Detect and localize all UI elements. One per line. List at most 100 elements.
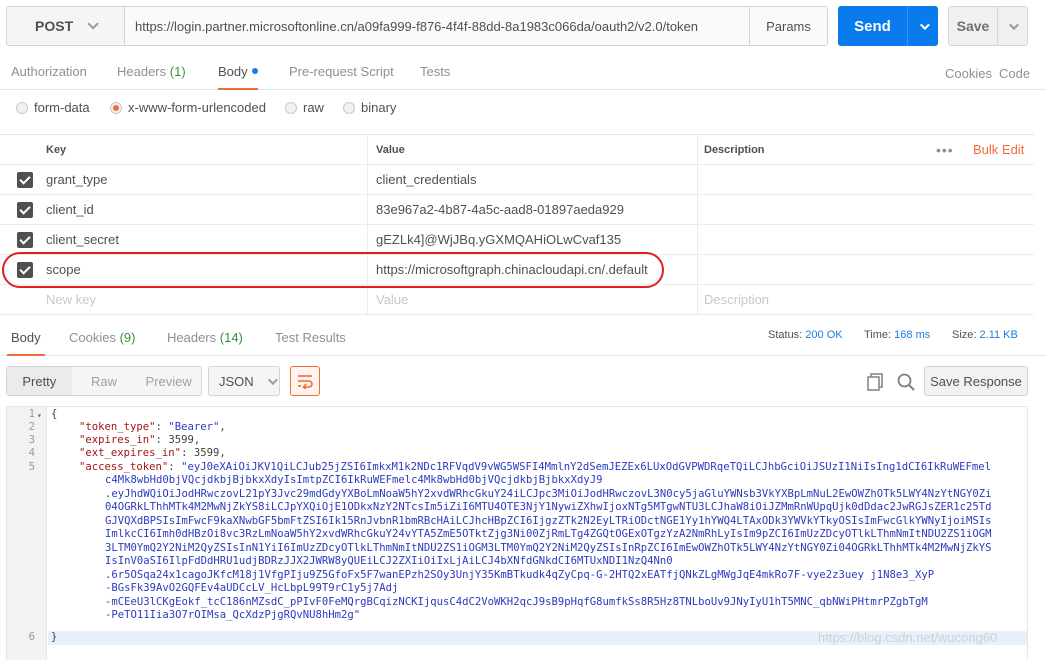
code-line: "access_token": "eyJ0eXAiOiJKV1QiLCJub25… [79,461,992,473]
code-open-brace: { [51,408,58,420]
radio-label: raw [303,100,324,115]
token-continuation-line: 04OGRkLThhMTk4M2MwNjZkYS8iLCJpYXQiOjE1OD… [105,501,992,513]
tab-authorization[interactable]: Authorization [11,64,87,79]
tab-body-label: Body [218,64,248,79]
token-continuation-line: GJVQXdBPSIsImFwcF9kaXNwbGF5bmFtZSI6Ik15R… [105,515,992,527]
tab-response-cookies[interactable]: Cookies (9) [69,330,135,345]
token-continuation-line: c4Mk8wbHd0bjVQcjdkbjBjbkxXdyIsImtpZCI6Ik… [105,474,603,486]
radio-label: form-data [34,100,90,115]
token-continuation-line: -mCEeU3lCKgEokf_tcC186nMZsdC_pPIvF0FeMQr… [105,596,928,608]
row-key[interactable]: grant_type [46,165,107,194]
new-description-input[interactable]: Description [704,285,769,314]
row-checkbox[interactable] [17,262,33,278]
view-mode-selector: Pretty Raw Preview [6,366,202,396]
row-value[interactable]: https://microsoftgraph.chinacloudapi.cn/… [376,255,648,284]
response-body-editor[interactable]: 1 ▾ 2 3 4 5 6 { "token_type": "Bearer", … [6,406,1028,660]
format-select[interactable]: JSON [208,366,280,396]
row-key[interactable]: scope [46,255,81,284]
row-checkbox[interactable] [17,172,33,188]
radio-circle [16,101,28,114]
code-link[interactable]: Code [999,66,1030,81]
line-number: 2 [28,421,35,433]
row-value[interactable]: client_credentials [376,165,476,194]
line-number: 5 [28,461,35,473]
view-raw-button[interactable]: Raw [72,367,137,395]
new-value-input[interactable]: Value [376,285,408,314]
json-key: "expires_in" [79,434,156,446]
watermark: https://blog.csdn.net/wucong60 [818,630,998,645]
table-row: scope https://microsoftgraph.chinaclouda… [0,255,1034,285]
method-label: POST [35,18,74,34]
method-select[interactable]: POST [7,7,125,45]
bulk-edit-link[interactable]: Bulk Edit [973,135,1024,164]
tab-test-results[interactable]: Test Results [275,330,346,345]
row-checkbox[interactable] [17,232,33,248]
row-key[interactable]: client_id [46,195,94,224]
radio-binary[interactable]: binary [343,100,396,115]
tab-response-headers[interactable]: Headers (14) [167,330,243,345]
format-label: JSON [219,373,254,389]
line-number: 4 [28,447,35,459]
header-key: Key [46,143,67,156]
tab-cookies-label: Cookies [69,330,116,345]
radio-circle [285,101,297,114]
tab-prerequest-script[interactable]: Pre-request Script [289,64,394,79]
save-response-button[interactable]: Save Response [924,366,1028,396]
save-label[interactable]: Save [949,7,997,45]
tab-headers[interactable]: Headers (1) [117,64,186,79]
fold-arrow-icon[interactable]: ▾ [37,409,42,423]
url-input[interactable]: https://login.partner.microsoftonline.cn… [125,7,749,45]
tab-body[interactable]: Body [218,64,258,90]
row-checkbox[interactable] [17,202,33,218]
code-line: "ext_expires_in": 3599, [79,447,226,459]
status-readout: Status: 200 OK [768,329,843,341]
new-key-input[interactable]: New key [46,285,96,314]
radio-raw[interactable]: raw [285,100,324,115]
code-close-brace: } [51,631,58,643]
code-line: "expires_in": 3599, [79,434,201,446]
token-continuation-line: .6r5OSqa24x1cagoJKfcM18j1VfgPIju9Z5GfoFx… [105,569,935,581]
row-value[interactable]: gEZLk4]@WjJBq.yGXMQAHiOLwCvaf135 [376,225,621,254]
radio-circle-selected [110,101,122,114]
size-label: Size: [952,329,977,341]
body-type-selector: form-data x-www-form-urlencoded raw bina… [0,96,1046,120]
tab-cookies-count: (9) [119,330,136,345]
line-number: 3 [28,434,35,446]
save-button[interactable]: Save [948,6,1028,46]
search-icon[interactable] [896,372,916,392]
size-value[interactable]: 2.11 KB [980,329,1018,341]
cookies-link[interactable]: Cookies [945,66,992,81]
radio-form-data[interactable]: form-data [16,100,90,115]
radio-label: x-www-form-urlencoded [128,100,266,115]
save-dropdown[interactable] [997,7,1027,45]
wrap-lines-button[interactable] [290,366,320,396]
table-row: client_secret gEZLk4]@WjJBq.yGXMQAHiOLwC… [0,225,1034,255]
send-dropdown[interactable] [907,6,938,46]
params-button[interactable]: Params [749,7,827,45]
token-continuation-line: -BGsFk39AvO2GQFEv4aUDCcLV_HcLbpL99T9rC1y… [105,582,399,594]
response-tabs: Body Cookies (9) Headers (14) Test Resul… [0,322,1046,356]
copy-icon[interactable] [866,372,886,392]
line-number: 1 [28,408,35,420]
send-label[interactable]: Send [838,6,907,46]
token-continuation-line: ImlkcCI6Imh0dHBzOi8vc3RzLmNoaW5hY2xvdWRh… [105,528,992,540]
time-readout: Time: 168 ms [864,329,930,341]
json-key: "access_token" [79,461,169,473]
more-options-icon[interactable]: ••• [936,135,954,164]
send-button[interactable]: Send [838,6,938,46]
row-value[interactable]: 83e967a2-4b87-4a5c-aad8-01897aeda929 [376,195,624,224]
tab-tests[interactable]: Tests [420,64,450,79]
status-value[interactable]: 200 OK [805,329,842,341]
table-row: grant_type client_credentials [0,165,1034,195]
time-value[interactable]: 168 ms [894,329,930,341]
code-line: "token_type": "Bearer", [79,421,226,433]
response-toolbar: Pretty Raw Preview JSON Save Response [0,366,1046,398]
row-key[interactable]: client_secret [46,225,119,254]
size-readout: Size: 2.11 KB [952,329,1018,341]
radio-urlencoded[interactable]: x-www-form-urlencoded [110,100,266,115]
tab-headers-count: (1) [169,64,186,79]
view-preview-button[interactable]: Preview [136,367,201,395]
view-pretty-button[interactable]: Pretty [7,367,72,395]
tab-response-body[interactable]: Body [7,330,45,356]
request-tabs: Authorization Headers (1) Body Pre-reque… [0,56,1046,90]
